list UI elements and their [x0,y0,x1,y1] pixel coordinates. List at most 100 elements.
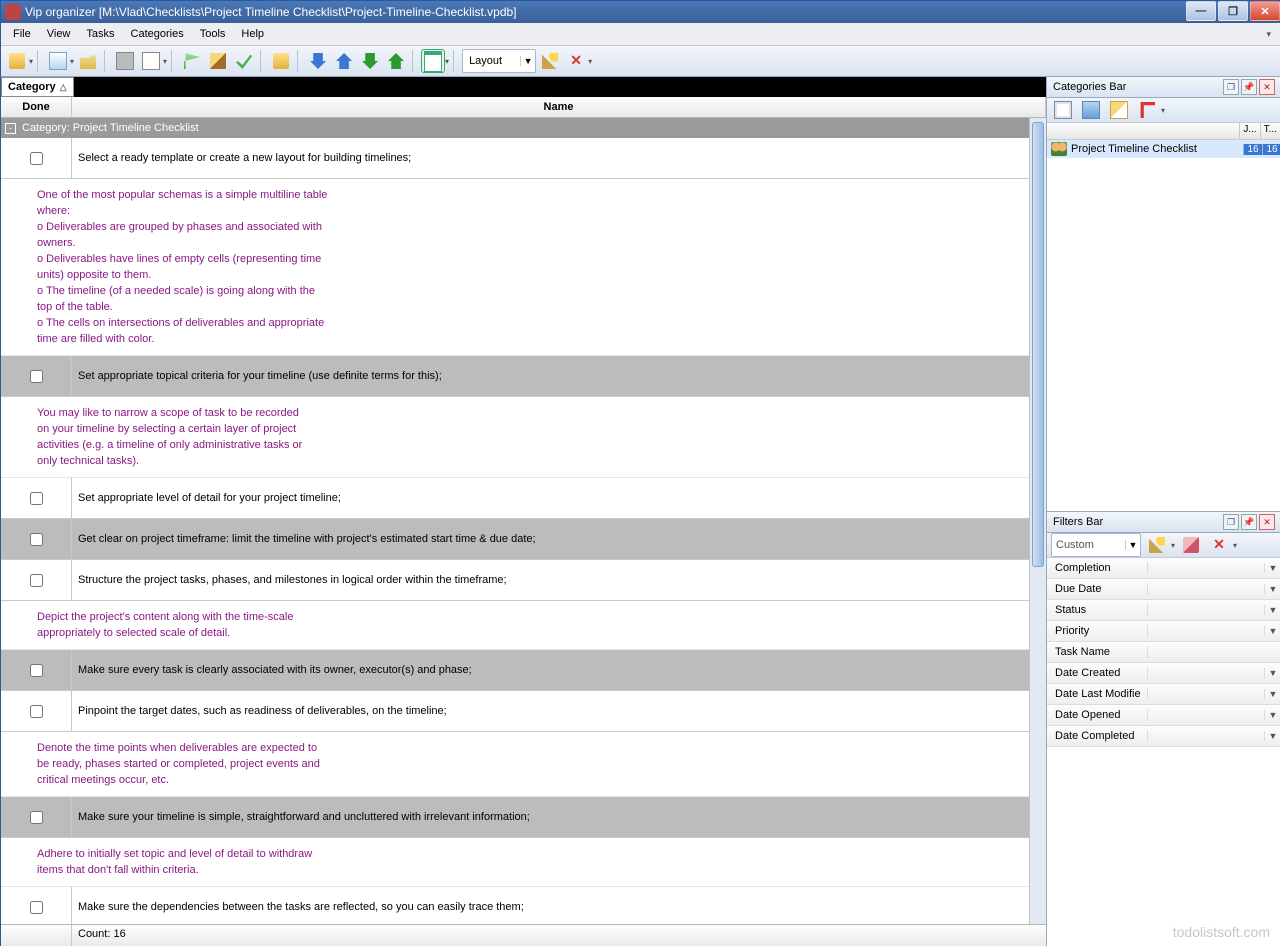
chevron-down-icon[interactable]: ▼ [1264,689,1280,699]
task-note: Depict the project's content along with … [1,601,1029,650]
filter-clear-button[interactable] [1179,533,1203,557]
new-button[interactable] [46,49,70,73]
cat-new-button[interactable] [1051,98,1075,122]
done-checkbox[interactable] [30,811,43,824]
chevron-down-icon[interactable]: ▼ [1264,710,1280,720]
menu-tools[interactable]: Tools [192,25,234,43]
menu-tasks[interactable]: Tasks [78,25,122,43]
filter-row[interactable]: Date Created ▼ [1047,663,1280,684]
task-row[interactable]: Structure the project tasks, phases, and… [1,560,1029,601]
maximize-button[interactable]: ❐ [1218,1,1248,21]
chevron-down-icon: ▼ [520,56,535,66]
column-name[interactable]: Name [72,97,1046,117]
filter-apply-button[interactable] [1145,533,1169,557]
done-checkbox[interactable] [30,533,43,546]
panel-restore-button[interactable]: ❐ [1223,79,1239,95]
task-row[interactable]: Set appropriate level of detail for your… [1,478,1029,519]
filter-label: Priority [1047,625,1148,637]
menu-help[interactable]: Help [233,25,272,43]
menu-overflow-icon[interactable]: ▾ [1260,29,1277,40]
delete-button[interactable]: ✕ [564,49,588,73]
filter-row[interactable]: Date Last Modifie ▼ [1047,684,1280,705]
move-up2-button[interactable] [384,49,408,73]
cat-tree-button[interactable] [1079,98,1103,122]
vertical-scrollbar[interactable] [1029,118,1046,924]
cat-edit-button[interactable] [1107,98,1131,122]
wand-button[interactable] [538,49,562,73]
task-name: Set appropriate level of detail for your… [72,487,1029,509]
task-row[interactable]: Set appropriate topical criteria for you… [1,356,1029,397]
chevron-down-icon[interactable]: ▼ [1264,563,1280,573]
chevron-down-icon[interactable]: ▼ [1264,668,1280,678]
done-checkbox[interactable] [30,901,43,914]
task-name: Make sure the dependencies between the t… [72,896,1029,918]
move-down2-button[interactable] [358,49,382,73]
db-button[interactable] [5,49,29,73]
chevron-down-icon[interactable]: ▼ [1264,731,1280,741]
layout-combo-label: Layout [463,55,520,67]
chevron-down-icon[interactable]: ▼ [1264,605,1280,615]
flag-button[interactable] [180,49,204,73]
minimize-button[interactable]: — [1186,1,1216,21]
panel-restore-button[interactable]: ❐ [1223,514,1239,530]
group-chip[interactable]: Category△ [1,77,74,97]
task-row[interactable]: Make sure your timeline is simple, strai… [1,797,1029,838]
filter-label: Date Created [1047,667,1148,679]
check-button[interactable] [232,49,256,73]
filter-row[interactable]: Status▼ [1047,600,1280,621]
task-row[interactable]: Pinpoint the target dates, such as readi… [1,691,1029,732]
cat-col-1[interactable]: J... [1240,123,1260,139]
panel-pin-button[interactable]: 📌 [1241,79,1257,95]
task-row[interactable]: Make sure every task is clearly associat… [1,650,1029,691]
layout-combo[interactable]: Layout ▼ [462,49,536,73]
panel-close-button[interactable]: ✕ [1259,79,1275,95]
filter-row[interactable]: Priority ▼ [1047,621,1280,642]
cat-del-button[interactable] [1135,98,1159,122]
open-button[interactable] [76,49,100,73]
done-checkbox[interactable] [30,152,43,165]
group-by-bar: Category△ [1,77,1046,97]
task-row[interactable]: Select a ready template or create a new … [1,138,1029,179]
edit-button[interactable] [206,49,230,73]
panel-close-button[interactable]: ✕ [1259,514,1275,530]
filter-row[interactable]: Date Completed▼ [1047,726,1280,747]
filter-row[interactable]: Date Opened▼ [1047,705,1280,726]
folder-button[interactable] [269,49,293,73]
task-grid[interactable]: - Category: Project Timeline Checklist S… [1,118,1029,924]
task-row[interactable]: Get clear on project timeframe: limit th… [1,519,1029,560]
done-checkbox[interactable] [30,492,43,505]
filter-delete-button[interactable]: ✕ [1207,533,1231,557]
done-checkbox[interactable] [30,370,43,383]
filter-row[interactable]: Due Date▼ [1047,579,1280,600]
column-headers: Done Name [1,97,1046,118]
task-row[interactable]: Make sure the dependencies between the t… [1,887,1029,924]
done-checkbox[interactable] [30,574,43,587]
move-up-button[interactable] [332,49,356,73]
grid-footer: Count: 16 [1,924,1046,946]
filter-row[interactable]: Task Name [1047,642,1280,663]
cat-col-2[interactable]: T... [1261,123,1280,139]
collapse-icon[interactable]: - [5,123,16,134]
group-header[interactable]: - Category: Project Timeline Checklist [1,118,1029,138]
task-name: Make sure every task is clearly associat… [72,659,1029,681]
filter-row[interactable]: Completion▼ [1047,558,1280,579]
category-row[interactable]: Project Timeline Checklist 16 16 [1047,140,1280,158]
done-checkbox[interactable] [30,705,43,718]
menu-categories[interactable]: Categories [123,25,192,43]
filters-title: Filters Bar [1053,516,1221,528]
menu-view[interactable]: View [39,25,79,43]
filter-label: Date Last Modifie [1047,688,1148,700]
chevron-down-icon[interactable]: ▼ [1264,626,1280,636]
panel-pin-button[interactable]: 📌 [1241,514,1257,530]
calendar-button[interactable] [421,49,445,73]
page-button[interactable] [139,49,163,73]
chevron-down-icon[interactable]: ▼ [1264,584,1280,594]
column-done[interactable]: Done [1,97,72,117]
close-button[interactable]: ✕ [1250,1,1280,21]
watermark: todolistsoft.com [1173,924,1270,940]
menu-file[interactable]: File [5,25,39,43]
filter-preset-combo[interactable]: Custom ▼ [1051,533,1141,557]
move-down-button[interactable] [306,49,330,73]
print-button[interactable] [113,49,137,73]
done-checkbox[interactable] [30,664,43,677]
